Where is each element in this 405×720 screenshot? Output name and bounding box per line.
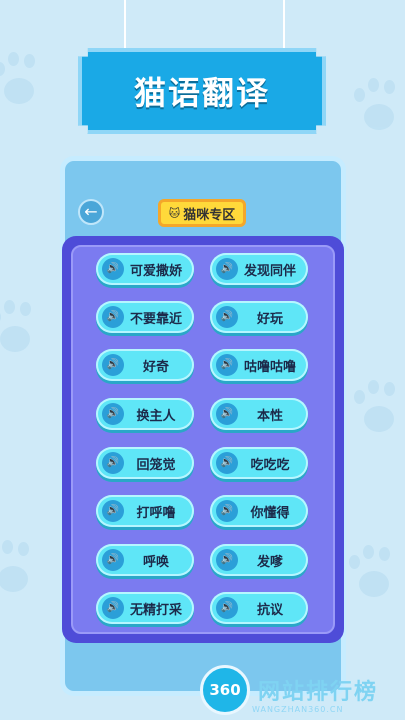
phrase-button[interactable]: 🔊 本性 <box>210 398 308 430</box>
back-button[interactable]: ← <box>78 199 104 225</box>
cat-zone-tag[interactable]: 🐱 猫咪专区 <box>158 199 246 227</box>
phrase-label: 呼唤 <box>142 554 169 570</box>
hanging-string-right <box>281 0 287 56</box>
phrase-label: 好奇 <box>142 359 169 375</box>
phrase-button[interactable]: 🔊 吃吃吃 <box>210 447 308 479</box>
phrase-label: 不要靠近 <box>129 311 182 327</box>
speaker-icon: 🔊 <box>102 549 124 571</box>
watermark-text: 网站排行榜 <box>258 680 379 705</box>
speaker-icon: 🔊 <box>216 452 238 474</box>
phrase-button[interactable]: 🔊 发现同伴 <box>210 253 308 285</box>
speaker-icon: 🔊 <box>102 403 124 425</box>
phrase-button[interactable]: 🔊 抗议 <box>210 592 308 624</box>
phrase-button[interactable]: 🔊 呼唤 <box>96 544 194 576</box>
speaker-icon: 🔊 <box>102 597 124 619</box>
watermark: 360 网站排行榜 WANGZHAN360.CN <box>200 665 378 715</box>
phrase-button[interactable]: 🔊 无精打采 <box>96 592 194 624</box>
phrase-label: 本性 <box>256 408 283 424</box>
speaker-icon: 🔊 <box>216 306 238 328</box>
phrase-button[interactable]: 🔊 好奇 <box>96 349 194 381</box>
watermark-badge: 360 <box>200 665 250 715</box>
phrase-label: 咕噜咕噜 <box>243 359 296 375</box>
phrase-button[interactable]: 🔊 咕噜咕噜 <box>210 349 308 381</box>
title-banner: 猫语翻译 <box>78 48 326 134</box>
speaker-icon: 🔊 <box>216 597 238 619</box>
cat-face-icon: 🐱 <box>168 206 181 220</box>
paw-decoration <box>0 540 44 600</box>
paw-decoration <box>350 380 405 440</box>
phrase-button[interactable]: 🔊 打呼噜 <box>96 495 194 527</box>
speaker-icon: 🔊 <box>102 452 124 474</box>
speaker-icon: 🔊 <box>216 403 238 425</box>
paw-decoration <box>350 78 405 138</box>
speaker-icon: 🔊 <box>102 354 124 376</box>
paw-decoration <box>345 545 405 605</box>
phrase-label: 回笼觉 <box>136 457 176 473</box>
hanging-string-left <box>122 0 128 56</box>
phrase-label: 换主人 <box>136 408 176 424</box>
phrase-button[interactable]: 🔊 不要靠近 <box>96 301 194 333</box>
speaker-icon: 🔊 <box>102 258 124 280</box>
speaker-icon: 🔊 <box>216 549 238 571</box>
speaker-icon: 🔊 <box>216 354 238 376</box>
phrase-label: 发现同伴 <box>243 263 296 279</box>
phrase-label: 好玩 <box>256 311 283 327</box>
phrase-label: 发嗲 <box>256 554 283 570</box>
phrase-button[interactable]: 🔊 换主人 <box>96 398 194 430</box>
cat-zone-label: 猫咪专区 <box>183 207 236 223</box>
speaker-icon: 🔊 <box>216 500 238 522</box>
paw-decoration <box>0 300 46 360</box>
phrase-label: 抗议 <box>256 602 283 618</box>
phrase-label: 你懂得 <box>250 505 290 521</box>
paw-decoration <box>0 52 50 112</box>
phrase-button[interactable]: 🔊 好玩 <box>210 301 308 333</box>
phrase-label: 打呼噜 <box>136 505 176 521</box>
phrase-label: 无精打采 <box>129 602 182 618</box>
page-title: 猫语翻译 <box>133 74 270 112</box>
phrase-label: 可爱撒娇 <box>129 263 182 279</box>
phrase-button[interactable]: 🔊 回笼觉 <box>96 447 194 479</box>
speaker-icon: 🔊 <box>102 500 124 522</box>
back-arrow-icon: ← <box>84 202 98 221</box>
phrase-button[interactable]: 🔊 可爱撒娇 <box>96 253 194 285</box>
speaker-icon: 🔊 <box>102 306 124 328</box>
watermark-domain: WANGZHAN360.CN <box>252 705 344 714</box>
phrase-button[interactable]: 🔊 发嗲 <box>210 544 308 576</box>
speaker-icon: 🔊 <box>216 258 238 280</box>
phrase-label: 吃吃吃 <box>250 457 290 473</box>
phrase-button[interactable]: 🔊 你懂得 <box>210 495 308 527</box>
